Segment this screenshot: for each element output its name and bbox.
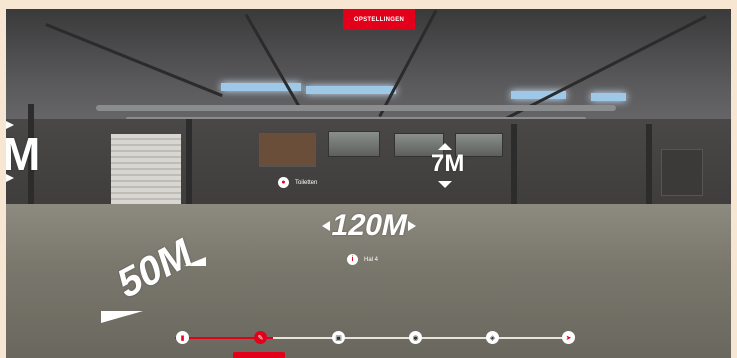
hotspot-label: Toiletten: [295, 179, 318, 186]
pillar: [511, 124, 517, 209]
pencil-icon[interactable]: ✎: [254, 331, 267, 344]
sectional-door: [111, 134, 181, 210]
toilet-icon: ●: [278, 177, 289, 188]
send-icon[interactable]: ➤: [562, 331, 575, 344]
window: [328, 131, 380, 157]
hotspot-label: Hal 4: [364, 256, 379, 263]
info-icon: i: [347, 254, 358, 265]
hotspot-hal-4[interactable]: i Hal 4: [347, 254, 378, 265]
skylight: [306, 86, 396, 94]
arrow-left-icon: [322, 221, 330, 231]
food-poster: [259, 133, 316, 167]
arrow-down-icon: [101, 311, 143, 323]
active-step-tab[interactable]: [233, 352, 285, 358]
arrow-left-icon: [6, 121, 14, 129]
progress-track: [175, 337, 568, 339]
arrow-down-icon: [438, 181, 452, 188]
dimension-edge-fragment: M: [6, 128, 41, 180]
hotspot-toiletten[interactable]: ● Toiletten: [278, 177, 317, 188]
food-icon[interactable]: ◉: [409, 331, 422, 344]
door-icon[interactable]: ▮: [176, 331, 189, 344]
height-dimension-label: 7M: [431, 150, 465, 177]
pillar: [646, 124, 652, 209]
arrow-up-icon: [438, 143, 452, 150]
car-icon[interactable]: ◈: [486, 331, 499, 344]
duct-pipe: [96, 105, 616, 111]
bar-counter: [661, 149, 703, 196]
arrow-left-icon: [6, 174, 14, 182]
panorama-viewer[interactable]: OPSTELLINGEN M 7M 120M 50M ● Toiletten i…: [6, 9, 731, 358]
length-dimension-label: 120M: [328, 209, 411, 242]
opstellingen-button[interactable]: OPSTELLINGEN: [343, 9, 415, 30]
pillar: [186, 119, 192, 209]
skylight: [591, 93, 626, 101]
arrow-right-icon: [408, 221, 416, 231]
book-icon[interactable]: ▣: [332, 331, 345, 344]
